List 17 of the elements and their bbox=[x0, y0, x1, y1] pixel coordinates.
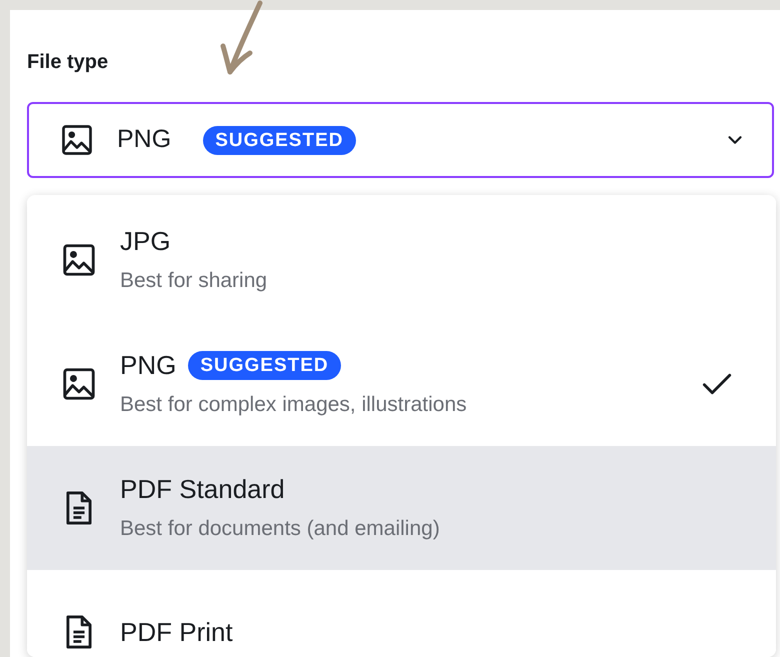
option-title: JPG bbox=[120, 226, 171, 256]
file-type-option[interactable]: PNG SUGGESTED Best for complex images, illustrations bbox=[27, 322, 776, 446]
select-value: PNG bbox=[117, 124, 172, 156]
image-icon bbox=[59, 122, 95, 158]
option-title: PDF Print bbox=[120, 617, 233, 647]
suggested-badge: SUGGESTED bbox=[188, 350, 341, 380]
option-title: PDF Standard bbox=[120, 474, 285, 504]
option-description: Best for documents (and emailing) bbox=[120, 516, 441, 542]
file-type-option[interactable]: PDF Standard Best for documents (and emailing) bbox=[27, 446, 776, 570]
option-description: Best for sharing bbox=[120, 268, 268, 294]
option-description: Best for complex images, illustrations bbox=[120, 392, 468, 418]
field-label: File type bbox=[27, 50, 110, 74]
file-type-option[interactable]: PDF Print bbox=[27, 570, 776, 657]
file-type-option[interactable]: JPG Best for sharing bbox=[27, 198, 776, 322]
file-type-select[interactable]: PNG SUGGESTED bbox=[27, 102, 774, 178]
suggested-badge: SUGGESTED bbox=[203, 126, 356, 154]
option-title: PNG bbox=[120, 350, 176, 380]
